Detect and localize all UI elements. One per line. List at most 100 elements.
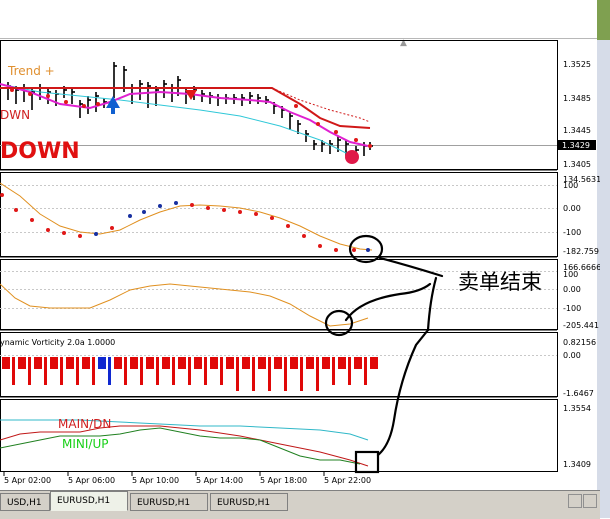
down-big-label: DOWN [0, 139, 80, 164]
histogram-bar [220, 357, 223, 385]
main-dn-label: MAIN/DN [58, 417, 112, 431]
red-signal-dot-icon [345, 150, 359, 164]
panel1-red-dot [190, 203, 194, 207]
panel3-tick: 0.82156 [563, 338, 596, 347]
panel1-axis: 134.56311000.00-100-182.759 [563, 175, 600, 256]
panel1-blue-dot [366, 248, 370, 252]
main-dot [368, 144, 372, 148]
panel1-tick: -182.759 [563, 247, 599, 256]
vorticity-histogram [2, 357, 378, 391]
panel4-tick: 1.3409 [563, 460, 591, 469]
panel1-red-dot [286, 224, 290, 228]
panel2-axis: 166.66661000.00-100-205.441 [563, 263, 600, 330]
histogram-bar [60, 357, 63, 385]
main-dot [294, 104, 298, 108]
histogram-bar [370, 357, 378, 369]
histogram-bar [194, 357, 202, 369]
histogram-bar [204, 357, 207, 385]
histogram-bar [76, 357, 79, 385]
red-dashed-line [271, 87, 371, 123]
histogram-bar [268, 357, 271, 391]
panel1-tick: 100 [563, 181, 578, 190]
main-price-tick: 1.3445 [563, 126, 591, 135]
time-label: 5 Apr 06:00 [68, 476, 115, 485]
main-price-axis: 1.3525 1.3485 1.3445 1.3405 [563, 60, 591, 169]
panel2-tick: 100 [563, 270, 578, 279]
panel1-blue-dot [142, 210, 146, 214]
chart-tabs-bar: USD,H1 EURUSD,H1 EURUSD,H1 EURUSD,H1 [0, 490, 600, 519]
time-label: 5 Apr 18:00 [260, 476, 307, 485]
panel1-red-dot [302, 234, 306, 238]
histogram-bar [274, 357, 282, 369]
trend-label: Trend + [8, 64, 55, 78]
histogram-bar [34, 357, 42, 369]
histogram-bar [364, 357, 367, 385]
time-label: 5 Apr 14:00 [196, 476, 243, 485]
tab-eurusd-h1-2[interactable]: EURUSD,H1 [130, 493, 208, 511]
tab-eurusd-h1-3[interactable]: EURUSD,H1 [210, 493, 288, 511]
time-axis: 5 Apr 02:00 5 Apr 06:00 5 Apr 10:00 5 Apr 1… [3, 472, 371, 485]
panel1-red-dot [334, 248, 338, 252]
tabs-scroll-left-button[interactable] [568, 494, 582, 508]
main-dot [64, 100, 68, 104]
histogram-bar [18, 357, 26, 369]
panel2-tick: 0.00 [563, 285, 581, 294]
main-dot [28, 92, 32, 96]
panel1-blue-dot [94, 232, 98, 236]
time-label: 5 Apr 22:00 [324, 476, 371, 485]
indicator-title: ynamic Vorticity 2.0a 1.0000 [0, 338, 116, 347]
panel1-blue-dot [128, 214, 132, 218]
histogram-bar [178, 357, 186, 369]
panel1-blue-dot [174, 201, 178, 205]
panel4-tick: 1.3554 [563, 404, 591, 413]
histogram-bar [316, 357, 319, 391]
histogram-bar [130, 357, 138, 369]
histogram-bar [290, 357, 298, 369]
histogram-bar [188, 357, 191, 385]
panel1-red-dot [110, 226, 114, 230]
histogram-bar [82, 357, 90, 369]
panel1-orange-curve [0, 182, 373, 251]
histogram-bar [322, 357, 330, 369]
histogram-bar [210, 357, 218, 369]
tab-eurusd-h1-active[interactable]: EURUSD,H1 [50, 491, 128, 511]
panel1-red-dot [318, 244, 322, 248]
panel3-tick: -1.6467 [563, 389, 594, 398]
main-price-tick: 1.3405 [563, 160, 591, 169]
histogram-bar [44, 357, 47, 385]
histogram-bar [66, 357, 74, 369]
histogram-bar [108, 357, 111, 385]
panel1-red-dot [352, 248, 356, 252]
panel1-blue-dot [158, 204, 162, 208]
panel1-red-dot [14, 208, 18, 212]
histogram-bar [140, 357, 143, 385]
histogram-bar [50, 357, 58, 369]
histogram-bar [146, 357, 154, 369]
histogram-bar [98, 357, 106, 369]
histogram-bar [114, 357, 122, 369]
histogram-bar [226, 357, 234, 369]
panel1-red-dot [270, 216, 274, 220]
main-dot [316, 122, 320, 126]
main-dot [46, 94, 50, 98]
panel3-axis: 0.82156 0.00 -1.6467 [563, 338, 596, 398]
panel1-red-dot [62, 231, 66, 235]
time-label: 5 Apr 10:00 [132, 476, 179, 485]
histogram-bar [338, 357, 346, 369]
panel1-red-dot [238, 210, 242, 214]
current-price-marker: 1.3429 [558, 140, 596, 150]
histogram-bar [236, 357, 239, 391]
panel1-tick: -100 [563, 228, 581, 237]
panel4-green-line [0, 427, 361, 465]
tabs-scroll-right-button[interactable] [583, 494, 597, 508]
histogram-bar [258, 357, 266, 369]
histogram-bar [92, 357, 95, 385]
tab-usd-h1[interactable]: USD,H1 [0, 493, 50, 511]
panel4-red-line [0, 425, 369, 467]
histogram-bar [354, 357, 362, 369]
panel1-tick: 0.00 [563, 204, 581, 213]
svg-text:1.3429: 1.3429 [562, 141, 590, 150]
panel1-red-dot [206, 206, 210, 210]
histogram-bar [162, 357, 170, 369]
down-small-label: DWN [0, 108, 31, 122]
